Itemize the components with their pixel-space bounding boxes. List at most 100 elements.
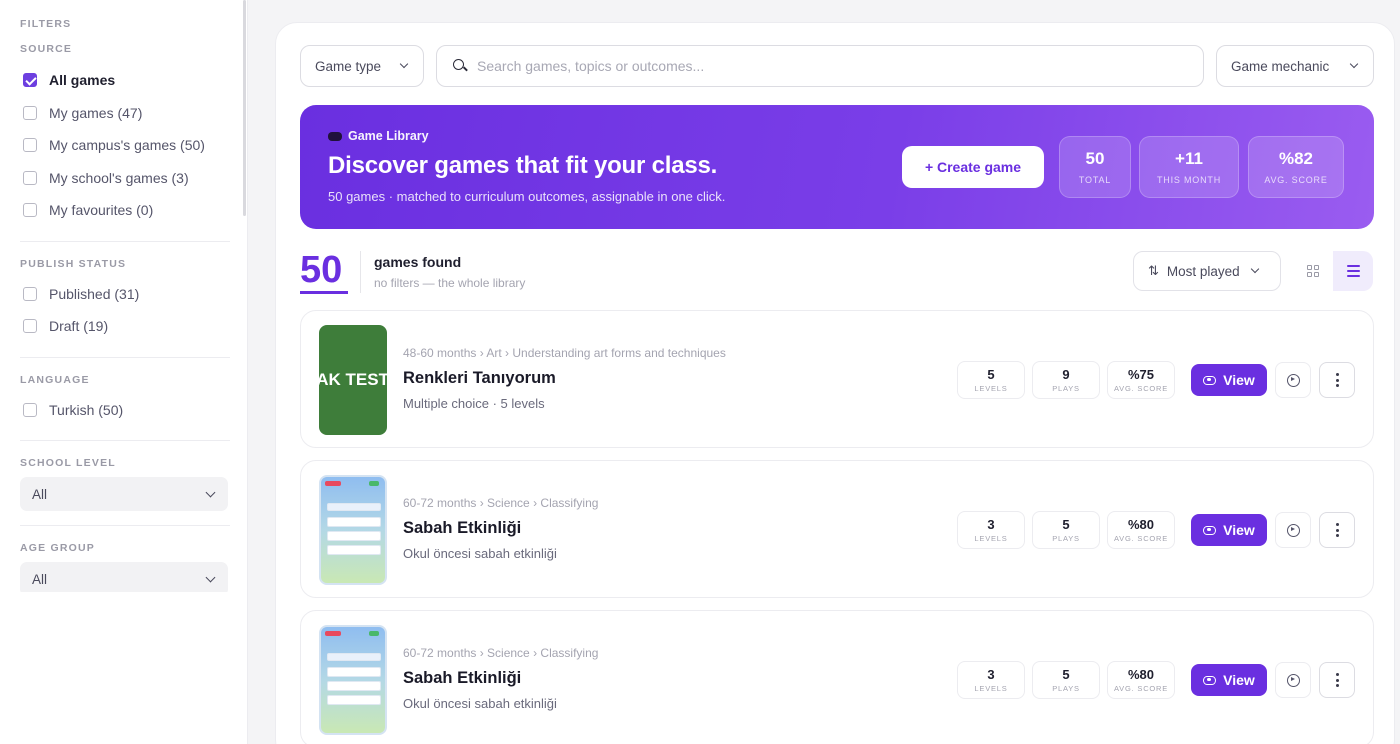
language-heading: LANGUAGE: [20, 373, 90, 386]
chevron-down-icon: [1349, 59, 1359, 69]
stat-value: +11: [1175, 149, 1203, 168]
thumbnail-line: [327, 517, 381, 527]
hero-stat-avg-score: %82 AVG. SCORE: [1248, 136, 1344, 198]
filter-label: My school's games (3): [49, 169, 189, 186]
filter-label: My favourites (0): [49, 202, 154, 219]
school-level-select[interactable]: All: [20, 477, 228, 511]
sidebar-scrollbar[interactable]: [243, 0, 246, 216]
more-options-button[interactable]: [1319, 512, 1355, 548]
sort-icon: ⇅: [1148, 263, 1159, 278]
more-vertical-icon: [1335, 373, 1339, 376]
checkbox-icon[interactable]: [23, 170, 37, 185]
checkbox-icon[interactable]: [23, 203, 37, 218]
eye-icon: [1203, 675, 1217, 685]
more-options-button[interactable]: [1319, 662, 1355, 698]
filter-label: My campus's games (50): [49, 137, 205, 154]
checkbox-checked-icon[interactable]: [23, 73, 37, 88]
divider: [20, 525, 230, 526]
game-title[interactable]: Sabah Etkinliği: [403, 669, 521, 688]
divider: [20, 440, 230, 441]
chevron-down-icon: [205, 572, 216, 582]
more-vertical-icon: [1335, 673, 1339, 676]
thumbnail-line: [327, 531, 381, 541]
game-card[interactable]: AK TEST 48-60 months › Art › Understandi…: [300, 310, 1374, 448]
checkbox-icon[interactable]: [23, 286, 37, 301]
game-curriculum-path: 48-60 months › Art › Understanding art f…: [403, 346, 726, 360]
stat-label: LEVELS: [974, 684, 1008, 693]
game-stat-plays: 9 PLAYS: [1032, 361, 1100, 399]
grid-view-button[interactable]: [1293, 251, 1333, 291]
checkbox-icon[interactable]: [23, 138, 37, 153]
filter-draft[interactable]: Draft (19): [20, 310, 228, 343]
more-options-button[interactable]: [1319, 362, 1355, 398]
game-type-select[interactable]: Game type: [300, 45, 424, 87]
checkbox-icon[interactable]: [23, 402, 37, 417]
game-type-label: Game type: [315, 58, 382, 74]
eye-icon: [1203, 375, 1217, 385]
view-game-button[interactable]: View: [1191, 514, 1267, 546]
stat-label: PLAYS: [1052, 684, 1080, 693]
checkbox-icon[interactable]: [23, 319, 37, 334]
sort-label: Most played: [1166, 263, 1240, 279]
filter-label: All games: [49, 72, 116, 89]
stat-label: AVG. SCORE: [1264, 175, 1328, 185]
divider: [20, 240, 230, 242]
view-game-button[interactable]: View: [1191, 664, 1267, 696]
stat-value: 5: [1062, 667, 1070, 682]
filter-source-my-games[interactable]: My games (47): [20, 97, 228, 130]
play-game-button[interactable]: [1275, 512, 1311, 548]
filter-source-school-games[interactable]: My school's games (3): [20, 162, 228, 195]
filter-source-all-games[interactable]: All games: [20, 64, 228, 97]
school-level-heading: SCHOOL LEVEL: [20, 457, 116, 469]
stat-value: %80: [1127, 667, 1155, 682]
checkbox-icon[interactable]: [23, 105, 37, 120]
filter-source-favourites[interactable]: My favourites (0): [20, 194, 228, 227]
publish-status-heading: PUBLISH STATUS: [20, 257, 127, 270]
age-group-select[interactable]: All: [20, 562, 228, 592]
game-stat-avg-score: %80 AVG. SCORE: [1107, 661, 1175, 699]
thumbnail-line: [327, 667, 381, 677]
phone-status-bar: [325, 481, 381, 489]
chevron-down-icon: [1250, 264, 1259, 274]
search-input[interactable]: [477, 58, 1177, 74]
results-subtitle: no filters — the whole library: [374, 276, 526, 290]
game-title[interactable]: Sabah Etkinliği: [403, 519, 521, 538]
filter-language-turkish[interactable]: Turkish (50): [20, 394, 228, 427]
game-curriculum-path: 60-72 months › Science › Classifying: [403, 646, 599, 660]
eye-icon: [1203, 525, 1217, 535]
results-title: games found: [374, 254, 462, 270]
game-card[interactable]: 60-72 months › Science › Classifying Sab…: [300, 610, 1374, 744]
game-description: Okul öncesi sabah etkinliği: [403, 696, 557, 711]
thumbnail-line: [327, 545, 381, 555]
filter-source-campus-games[interactable]: My campus's games (50): [20, 129, 228, 162]
hero-stat-total: 50 TOTAL: [1059, 136, 1131, 198]
create-game-button[interactable]: + Create game: [902, 146, 1044, 188]
game-mechanic-select[interactable]: Game mechanic: [1216, 45, 1374, 87]
divider: [20, 356, 230, 358]
filter-label: Draft (19): [49, 318, 109, 335]
game-description: Multiple choice · 5 levels: [403, 396, 545, 411]
search-box[interactable]: [436, 45, 1204, 87]
phone-status-bar: [325, 631, 381, 639]
game-mechanic-label: Game mechanic: [1231, 58, 1330, 74]
sort-select[interactable]: ⇅ Most played: [1133, 251, 1281, 291]
view-game-button[interactable]: View: [1191, 364, 1267, 396]
play-circle-icon: [1286, 523, 1300, 537]
chevron-down-icon: [399, 59, 409, 69]
play-game-button[interactable]: [1275, 362, 1311, 398]
stat-label: AVG. SCORE: [1113, 684, 1169, 693]
game-title[interactable]: Renkleri Tanıyorum: [403, 369, 556, 388]
game-card[interactable]: 60-72 months › Science › Classifying Sab…: [300, 460, 1374, 598]
filter-scroll-area: FILTERS SOURCE All games My games (47) M…: [0, 0, 246, 592]
stat-value: 5: [987, 367, 995, 382]
list-view-button[interactable]: [1333, 251, 1373, 291]
hero-eyebrow: Game Library: [328, 129, 429, 143]
stat-value: %82: [1278, 149, 1314, 168]
play-game-button[interactable]: [1275, 662, 1311, 698]
filter-sidebar: FILTERS SOURCE All games My games (47) M…: [0, 0, 248, 744]
filters-heading: FILTERS: [20, 18, 72, 30]
filter-published[interactable]: Published (31): [20, 278, 228, 311]
thumbnail-line: [327, 681, 381, 691]
hero-subtitle: 50 games · matched to curriculum outcome…: [328, 189, 726, 204]
stat-value: 9: [1062, 367, 1070, 382]
